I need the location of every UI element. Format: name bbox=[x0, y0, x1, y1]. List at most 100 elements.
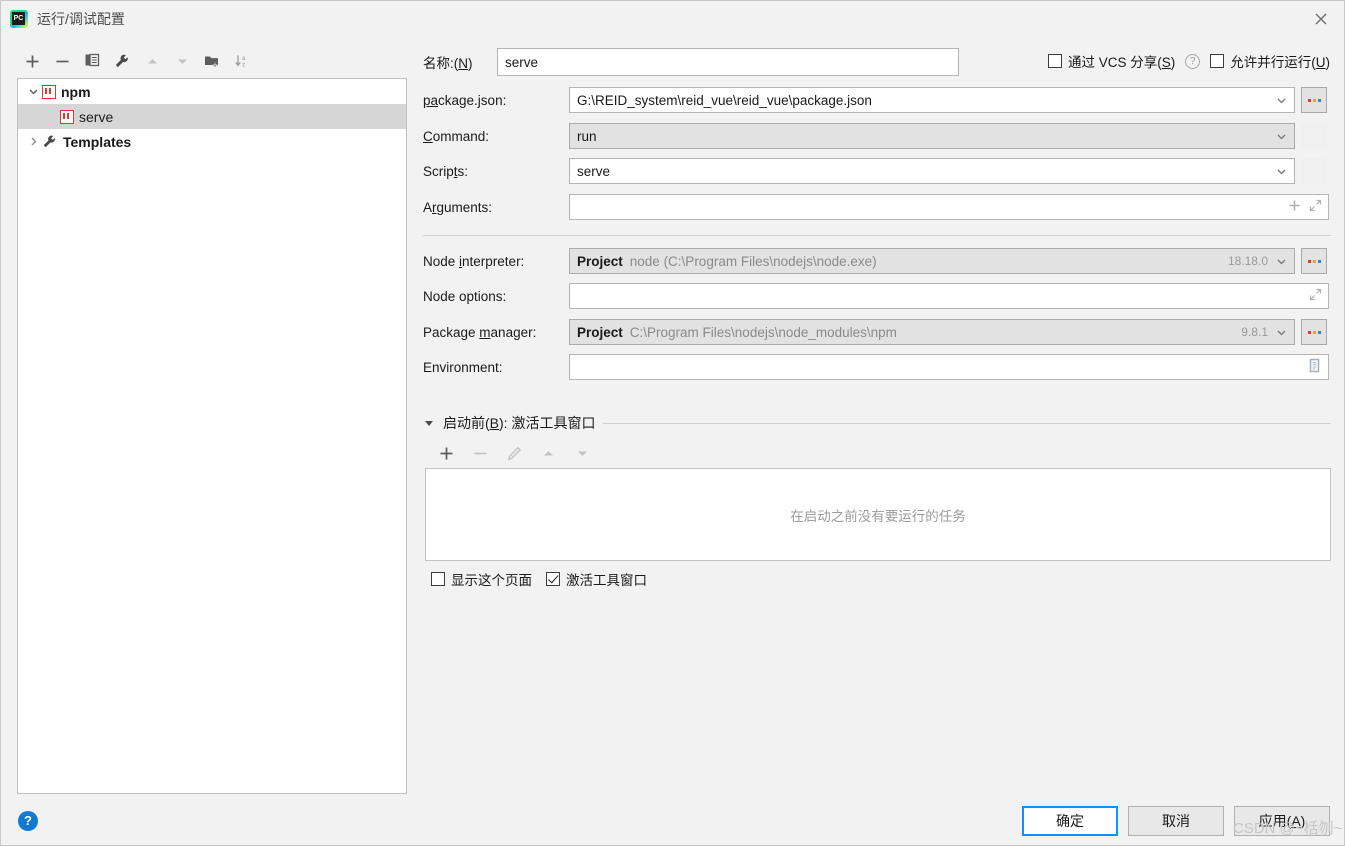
package-manager-browse-button[interactable] bbox=[1301, 319, 1327, 345]
dialog-title: 运行/调试配置 bbox=[37, 10, 125, 27]
chevron-down-icon[interactable] bbox=[1276, 159, 1287, 183]
chevron-down-icon[interactable] bbox=[1276, 124, 1287, 148]
chevron-down-icon[interactable] bbox=[1276, 249, 1287, 273]
command-row: Command: run bbox=[423, 123, 1327, 149]
edit-templates-button[interactable] bbox=[107, 47, 137, 75]
collapse-triangle-icon[interactable] bbox=[423, 417, 435, 429]
checkbox-box[interactable] bbox=[546, 572, 560, 586]
remove-configuration-button[interactable] bbox=[47, 47, 77, 75]
node-options-field-icons bbox=[1309, 284, 1322, 308]
activate-toolwindow-checkbox[interactable]: 激活工具窗口 bbox=[546, 569, 647, 589]
wrench-icon bbox=[115, 54, 128, 68]
name-label: 名称:(N) bbox=[423, 56, 473, 71]
node-interpreter-combo[interactable]: Project node (C:\Program Files\nodejs\no… bbox=[569, 248, 1295, 274]
pencil-icon bbox=[507, 446, 521, 460]
node-interpreter-version: 18.18.0 bbox=[1227, 254, 1268, 268]
add-task-button[interactable] bbox=[429, 439, 463, 467]
remove-task-button[interactable] bbox=[463, 439, 497, 467]
chevron-down-icon[interactable] bbox=[1276, 88, 1287, 112]
package-json-row: package.json: G:\REID_system\reid_vue\re… bbox=[423, 87, 1327, 113]
arguments-input[interactable] bbox=[569, 194, 1329, 220]
show-this-page-label: 显示这个页面 bbox=[451, 573, 532, 588]
before-launch-title: 启动前(B): 激活工具窗口 bbox=[443, 415, 596, 431]
npm-icon bbox=[42, 84, 56, 99]
node-interpreter-scope: Project bbox=[577, 253, 623, 269]
chevron-down-icon[interactable] bbox=[1276, 320, 1287, 344]
node-interpreter-label: Node interpreter: bbox=[423, 253, 525, 269]
expand-editor-icon[interactable] bbox=[1309, 199, 1322, 215]
move-up-button[interactable] bbox=[137, 47, 167, 75]
expand-editor-icon[interactable] bbox=[1309, 288, 1322, 304]
environment-input[interactable] bbox=[569, 354, 1329, 380]
environment-field-icons bbox=[1307, 355, 1322, 379]
command-label: Command: bbox=[423, 128, 490, 144]
configurations-toolbar: a z bbox=[17, 46, 407, 76]
activate-toolwindow-label: 激活工具窗口 bbox=[566, 573, 647, 588]
folder-add-icon bbox=[205, 56, 218, 67]
ellipsis-icon bbox=[1307, 259, 1321, 263]
configurations-tree[interactable]: npm serve Templates bbox=[17, 78, 407, 794]
before-launch-options: 显示这个页面 激活工具窗口 bbox=[431, 569, 647, 589]
form-separator bbox=[423, 235, 1331, 236]
before-launch-task-list[interactable]: 在启动之前没有要运行的任务 bbox=[425, 468, 1331, 561]
minus-icon bbox=[56, 60, 68, 62]
chevron-down-icon[interactable] bbox=[24, 79, 42, 104]
edit-task-button[interactable] bbox=[497, 439, 531, 467]
package-manager-combo[interactable]: Project C:\Program Files\nodejs\node_mod… bbox=[569, 319, 1295, 345]
scripts-value: serve bbox=[577, 163, 611, 179]
empty-task-message: 在启动之前没有要运行的任务 bbox=[790, 508, 966, 524]
apply-button[interactable]: 应用(A) bbox=[1234, 806, 1330, 836]
move-down-button[interactable] bbox=[167, 47, 197, 75]
sort-az-icon: a z bbox=[235, 55, 246, 69]
pycharm-icon bbox=[10, 9, 28, 28]
title-bar: 运行/调试配置 bbox=[1, 1, 1344, 36]
scripts-combo[interactable]: serve bbox=[569, 158, 1295, 184]
name-input[interactable]: serve bbox=[497, 48, 959, 76]
help-button[interactable]: ? bbox=[18, 811, 38, 831]
task-move-up-button[interactable] bbox=[531, 439, 565, 467]
tree-node-label: Templates bbox=[63, 133, 132, 150]
node-interpreter-browse-button[interactable] bbox=[1301, 248, 1327, 274]
package-json-browse-button[interactable] bbox=[1301, 87, 1327, 113]
scripts-browse-button bbox=[1301, 158, 1327, 184]
environment-label: Environment: bbox=[423, 359, 503, 375]
new-folder-button[interactable] bbox=[197, 47, 227, 75]
task-move-down-button[interactable] bbox=[565, 439, 599, 467]
minus-icon bbox=[474, 452, 486, 454]
tree-node-label: npm bbox=[61, 83, 91, 100]
arguments-label: Arguments: bbox=[423, 199, 493, 215]
add-configuration-button[interactable] bbox=[17, 47, 47, 75]
environment-variables-icon[interactable] bbox=[1307, 358, 1322, 376]
arguments-field-icons bbox=[1288, 195, 1322, 219]
copy-configuration-button[interactable] bbox=[77, 47, 107, 75]
before-launch-header: 启动前(B): 激活工具窗口 bbox=[423, 413, 1331, 433]
package-json-combo[interactable]: G:\REID_system\reid_vue\reid_vue\package… bbox=[569, 87, 1295, 113]
cancel-button[interactable]: 取消 bbox=[1128, 806, 1224, 836]
show-this-page-checkbox[interactable]: 显示这个页面 bbox=[431, 569, 532, 589]
arrow-down-icon bbox=[177, 59, 187, 64]
ok-button[interactable]: 确定 bbox=[1022, 806, 1118, 836]
configuration-form: 名称:(N) serve package.json: G:\REID_syste… bbox=[423, 45, 1331, 605]
tree-node-templates[interactable]: Templates bbox=[18, 129, 406, 154]
package-json-label: package.json: bbox=[423, 92, 507, 108]
arrow-up-icon bbox=[147, 58, 157, 63]
arguments-row: Arguments: bbox=[423, 194, 1329, 220]
command-value: run bbox=[577, 128, 597, 144]
npm-icon bbox=[60, 109, 74, 124]
node-interpreter-row: Node interpreter: Project node (C:\Progr… bbox=[423, 248, 1327, 274]
run-debug-configurations-dialog: 运行/调试配置 bbox=[0, 0, 1345, 846]
package-json-value: G:\REID_system\reid_vue\reid_vue\package… bbox=[577, 92, 872, 108]
chevron-right-icon[interactable] bbox=[24, 129, 42, 154]
checkbox-box[interactable] bbox=[431, 572, 445, 586]
package-manager-row: Package manager: Project C:\Program File… bbox=[423, 319, 1327, 345]
copy-icon bbox=[85, 53, 100, 67]
ellipsis-icon bbox=[1307, 98, 1321, 102]
tree-node-npm[interactable]: npm bbox=[18, 79, 406, 104]
command-combo[interactable]: run bbox=[569, 123, 1295, 149]
close-icon[interactable] bbox=[1298, 1, 1344, 36]
node-options-input[interactable] bbox=[569, 283, 1329, 309]
tree-node-serve[interactable]: serve bbox=[18, 104, 406, 129]
arrow-down-icon bbox=[577, 451, 587, 456]
sort-configurations-button[interactable]: a z bbox=[227, 47, 257, 75]
add-argument-icon[interactable] bbox=[1288, 199, 1301, 215]
